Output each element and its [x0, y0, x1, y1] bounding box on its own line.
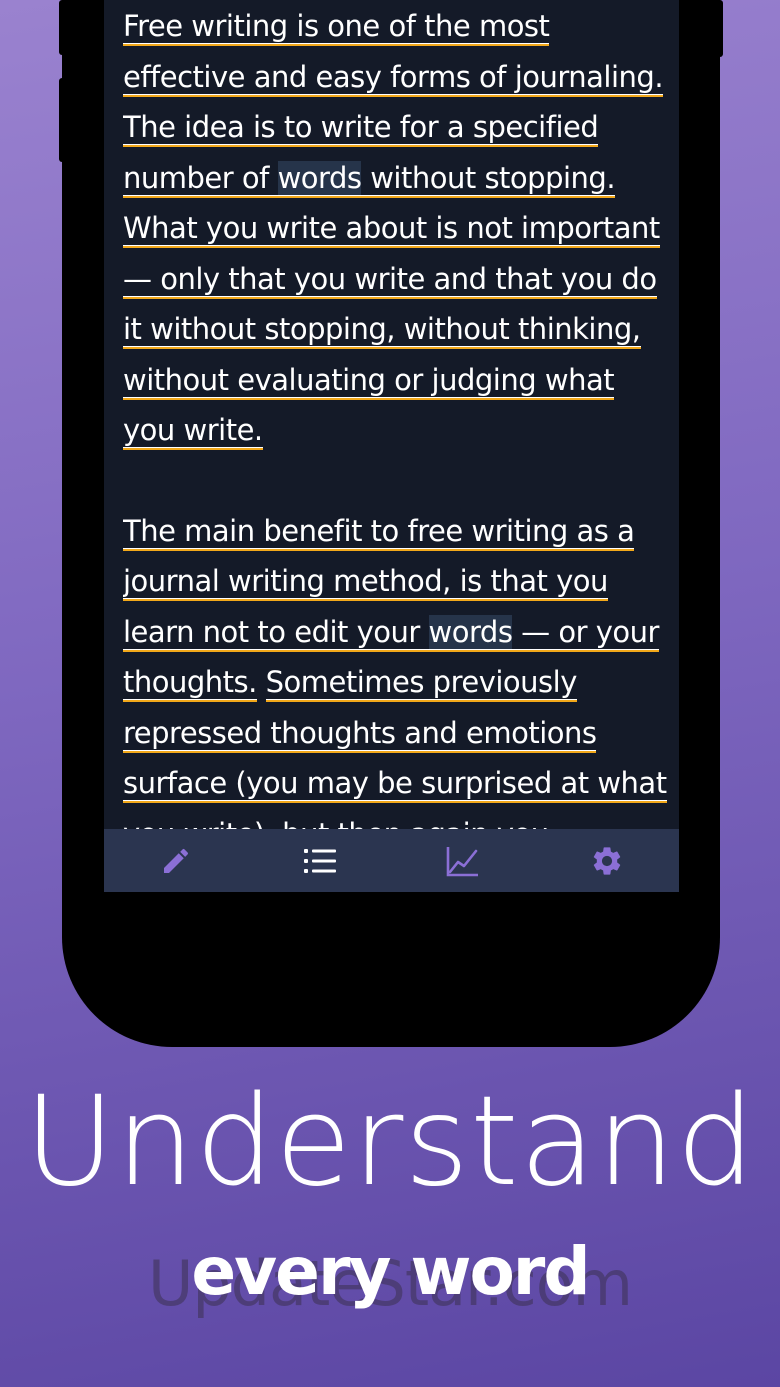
pencil-icon	[163, 848, 188, 873]
tab-settings[interactable]	[535, 829, 679, 892]
chart-icon	[447, 846, 479, 876]
sentence[interactable]: Free writing is one of the most effectiv…	[123, 9, 664, 97]
list-icon	[303, 848, 336, 873]
app-screen: Free writing is one of the most effectiv…	[104, 0, 679, 892]
tab-entries[interactable]	[248, 829, 392, 892]
phone-side-button	[59, 78, 65, 162]
phone-side-button	[59, 0, 65, 55]
sentence[interactable]: What you write about is not important — …	[123, 211, 660, 450]
promo-headline: Understand	[24, 1070, 756, 1214]
tab-stats[interactable]	[392, 829, 536, 892]
journal-paragraph: The main benefit to free writing as a jo…	[123, 506, 668, 829]
tab-bar	[104, 829, 679, 892]
journal-editor[interactable]: Free writing is one of the most effectiv…	[123, 0, 668, 829]
tab-write[interactable]	[104, 829, 248, 892]
phone-side-button	[717, 0, 723, 57]
journal-paragraph: Free writing is one of the most effectiv…	[123, 1, 668, 456]
promo-subline: every word	[191, 1233, 590, 1310]
sentence-text: without stopping.	[361, 160, 616, 195]
gear-icon	[593, 846, 621, 875]
sentence[interactable]: The idea is to write for a specified num…	[123, 110, 616, 198]
word-highlight[interactable]: words	[277, 160, 362, 195]
word-highlight[interactable]: words	[428, 614, 513, 649]
